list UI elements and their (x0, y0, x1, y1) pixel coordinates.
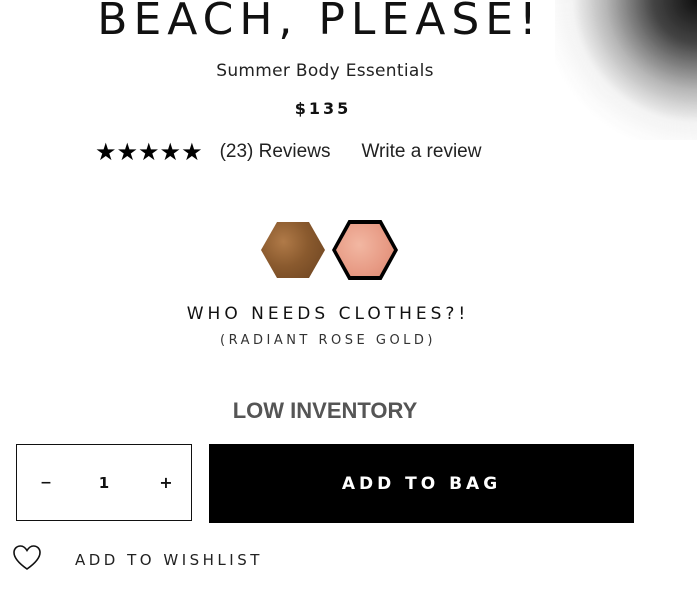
add-to-wishlist-button[interactable]: ADD TO WISHLIST (12, 545, 263, 575)
add-to-bag-button[interactable]: ADD TO BAG (209, 444, 634, 523)
rating-row: ★★★★★ (23) Reviews Write a review (95, 138, 481, 166)
product-title: BEACH, PLEASE! (97, 0, 543, 45)
shade-name: WHO NEEDS CLOTHES?! (186, 304, 470, 324)
shade-description: (RADIANT ROSE GOLD) (220, 333, 436, 348)
quantity-decrease-button[interactable]: – (29, 445, 63, 520)
shade-swatch-rose-gold-fill (336, 224, 394, 276)
shade-swatch-rose-gold-selected[interactable] (332, 220, 398, 280)
quantity-value[interactable]: 1 (87, 445, 121, 520)
inventory-status: LOW INVENTORY (232, 398, 418, 423)
product-subtitle: Summer Body Essentials (216, 61, 434, 81)
heart-icon (12, 544, 42, 576)
product-price: $135 (294, 99, 352, 118)
reviews-link[interactable]: (23) Reviews (220, 141, 331, 163)
star-rating-icon: ★★★★★ (95, 138, 203, 166)
quantity-stepper: – 1 + (16, 444, 192, 521)
quantity-increase-button[interactable]: + (149, 445, 183, 520)
shade-swatch-bronze[interactable] (261, 222, 325, 278)
wishlist-label: ADD TO WISHLIST (75, 551, 263, 569)
write-review-link[interactable]: Write a review (361, 141, 481, 163)
